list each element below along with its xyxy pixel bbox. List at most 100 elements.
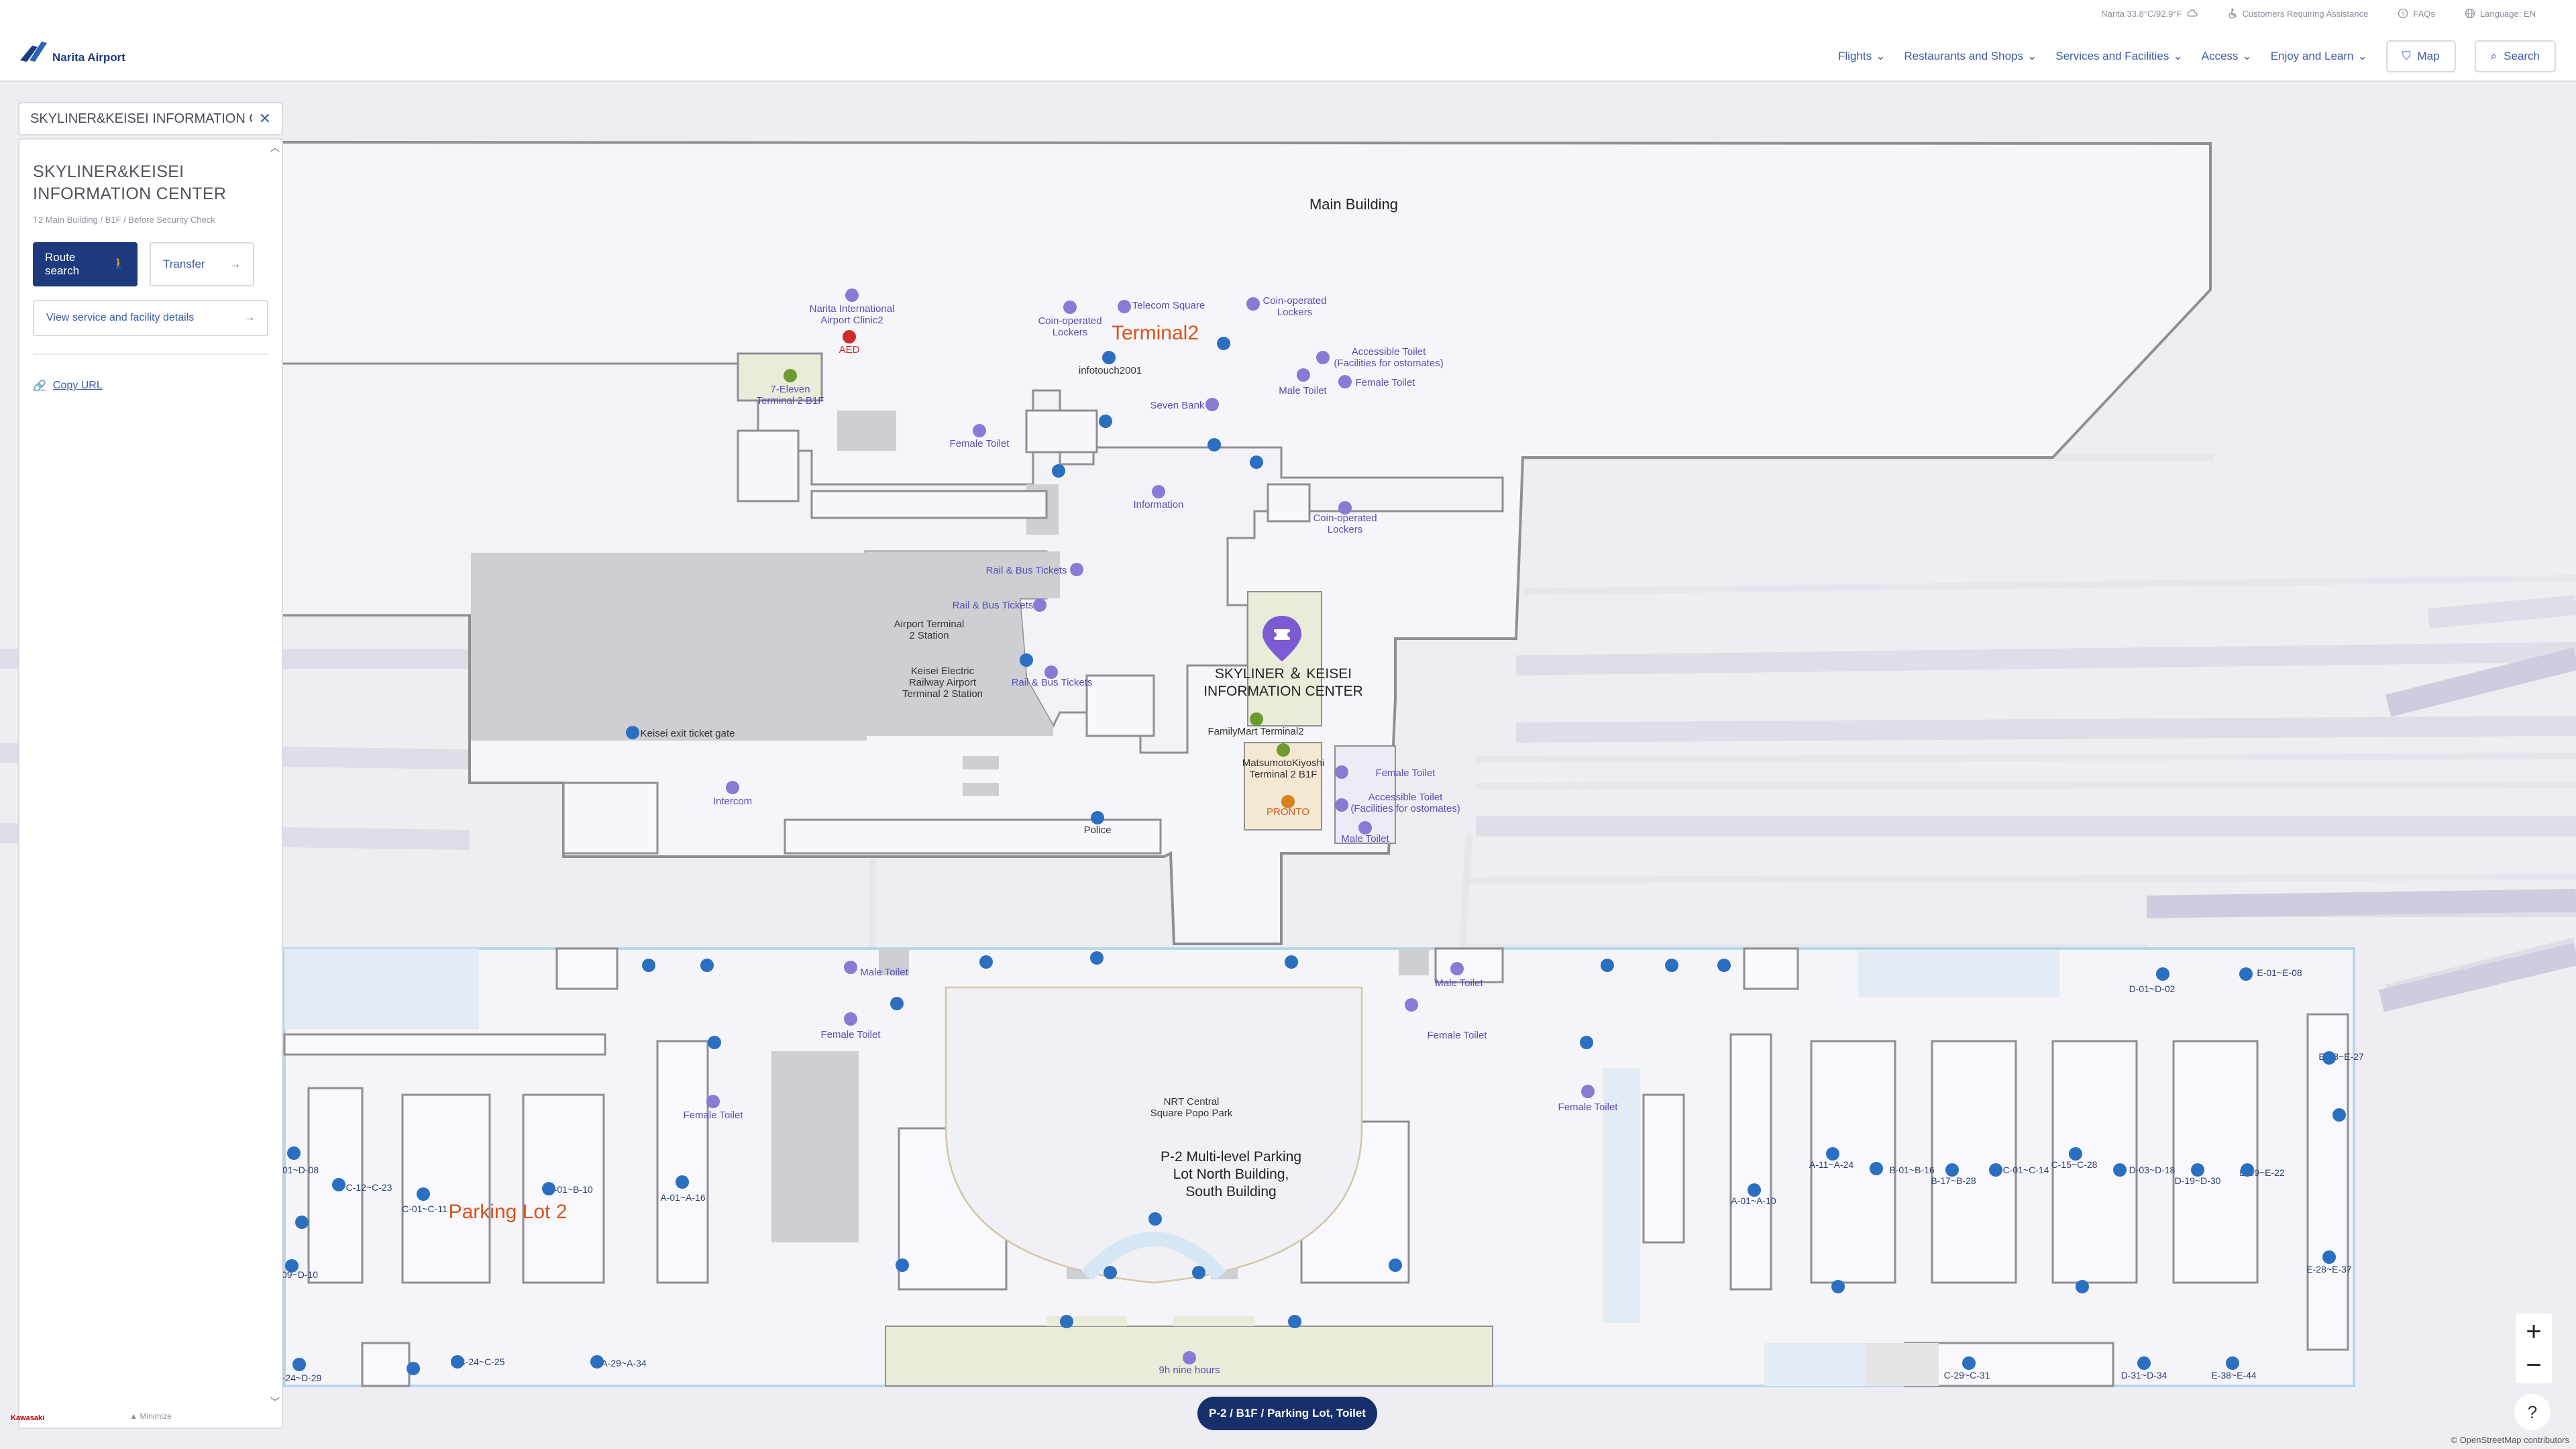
floor-map[interactable]: Main Building Terminal2 Parking Lot 2 SK… (0, 82, 2576, 1449)
language-selector[interactable]: Language: EN (2465, 8, 2536, 19)
panel-divider (33, 354, 268, 355)
scroll-down-icon[interactable]: ﹀ (270, 1395, 280, 1409)
faqs-link[interactable]: ? FAQs (2398, 8, 2435, 19)
nav-restaurants[interactable]: Restaurants and Shops ⌄ (1904, 50, 2037, 63)
parking-label[interactable]: 01~D-08 (282, 1165, 319, 1176)
floor-selector-button[interactable]: P-2 / B1F / Parking Lot, Toilet (1197, 1397, 1377, 1430)
scroll-up-icon[interactable]: ︿ (270, 141, 280, 154)
minimize-label: Minimize (140, 1411, 172, 1421)
zoom-in-button[interactable]: + (2516, 1313, 2552, 1350)
female-toilet-d-label[interactable]: Female Toilet (821, 1029, 881, 1040)
coin-lockers-a-label[interactable]: Coin-operated Lockers (1038, 315, 1102, 338)
parking-label[interactable]: C-12~C-23 (346, 1182, 392, 1193)
clinic-label[interactable]: Narita International Airport Clinic2 (810, 303, 895, 326)
rail-bus-tickets-3-label[interactable]: Rail & Bus Tickets (1012, 677, 1093, 688)
aed-label[interactable]: AED (839, 344, 860, 356)
seven-eleven-label[interactable]: 7-Eleven Terminal 2 B1F (757, 384, 824, 407)
parking-label[interactable]: -24~D-29 (282, 1373, 322, 1384)
parking-label[interactable]: A-01~A-10 (1731, 1195, 1776, 1207)
airport-station-label[interactable]: Airport Terminal 2 Station (894, 619, 965, 641)
male-toilet-d-label[interactable]: Male Toilet (1435, 977, 1483, 989)
nav-label: Flights (1838, 50, 1872, 62)
copy-url-link[interactable]: 🔗 Copy URL (33, 379, 268, 392)
map-button[interactable]: ⛉ Map (2385, 40, 2456, 72)
close-icon[interactable]: ✕ (259, 110, 271, 127)
police-label[interactable]: Police (1084, 824, 1112, 836)
walking-icon: 🚶 (112, 258, 125, 270)
female-toilet-e-label[interactable]: Female Toilet (1428, 1030, 1487, 1041)
intercom-label[interactable]: Intercom (713, 796, 752, 807)
female-toilet-c-label[interactable]: Female Toilet (1376, 767, 1436, 779)
parking-label[interactable]: E-23~E-27 (2318, 1051, 2363, 1063)
parking-label[interactable]: B-01~B-16 (1889, 1165, 1934, 1176)
telecom-label[interactable]: Telecom Square (1132, 300, 1205, 311)
view-details-button[interactable]: View service and facility details → (33, 300, 268, 336)
female-toilet-f-label[interactable]: Female Toilet (684, 1110, 743, 1121)
accessible-toilet-a-label[interactable]: Accessible Toilet (Facilities for ostomat… (1334, 346, 1443, 369)
parking-label[interactable]: E-09~E-22 (2239, 1167, 2284, 1179)
accessible-toilet-b-label[interactable]: Accessible Toilet (Facilities for ostomat… (1350, 792, 1460, 814)
route-search-label: Route search (45, 251, 79, 278)
parking-label[interactable]: A-01~A-16 (660, 1192, 705, 1203)
matsumoto-label[interactable]: MatsumotoKiyoshi Terminal 2 B1F (1242, 757, 1325, 780)
female-toilet-b-label[interactable]: Female Toilet (950, 438, 1010, 449)
search-button[interactable]: ⌕ Search (2474, 40, 2556, 72)
route-search-button[interactable]: Route search 🚶 (33, 242, 138, 286)
rail-bus-tickets-2-label[interactable]: Rail & Bus Tickets (953, 600, 1034, 611)
help-button[interactable]: ? (2514, 1394, 2551, 1430)
rail-bus-tickets-1-label[interactable]: Rail & Bus Tickets (986, 565, 1067, 576)
male-toilet-b-label[interactable]: Male Toilet (1341, 833, 1389, 845)
assistance-link[interactable]: Customers Requiring Assistance (2227, 8, 2368, 19)
matsumoto-line2: Terminal 2 B1F (1249, 769, 1318, 780)
selected-location-label: SKYLINER ＆ KEISEI INFORMATION CENTER (1203, 665, 1363, 700)
parking-label[interactable]: B-01~B-10 (547, 1184, 592, 1195)
transfer-button[interactable]: Transfer → (150, 242, 254, 286)
lockers-b-line2: Lockers (1277, 307, 1313, 318)
parking-label[interactable]: C-01~C-14 (2003, 1165, 2049, 1176)
nav-services[interactable]: Services and Facilities ⌄ (2055, 50, 2182, 63)
panel-header-title: SKYLINER&KEISEI INFORMATION CENT (30, 111, 252, 126)
parking-label[interactable]: 09~D-10 (282, 1269, 318, 1281)
zoom-out-button[interactable]: − (2516, 1347, 2552, 1383)
parking-label[interactable]: E-38~E-44 (2211, 1370, 2256, 1381)
selected-location-marker[interactable] (1261, 614, 1303, 663)
male-toilet-a-label[interactable]: Male Toilet (1279, 385, 1326, 396)
narita-logo[interactable]: Narita Airport (17, 38, 125, 64)
parking-label[interactable]: A-11~A-24 (1809, 1159, 1854, 1171)
nine-hours-label[interactable]: 9h nine hours (1159, 1364, 1220, 1376)
parking-label[interactable]: C-15~C-28 (2051, 1159, 2098, 1171)
infotouch-label[interactable]: infotouch2001 (1079, 365, 1142, 376)
pronto-label[interactable]: PRONTO (1267, 806, 1309, 818)
female-toilet-a-label[interactable]: Female Toilet (1356, 377, 1415, 388)
familymart-label[interactable]: FamilyMart Terminal2 (1208, 726, 1303, 737)
parking-label[interactable]: D-19~D-30 (2175, 1175, 2221, 1187)
action-buttons: Route search 🚶 Transfer → (33, 242, 268, 286)
female-toilet-g-label[interactable]: Female Toilet (1558, 1102, 1618, 1113)
keisei-exit-label[interactable]: Keisei exit ticket gate (641, 728, 735, 739)
parking-label[interactable]: B-17~B-28 (1931, 1175, 1976, 1187)
parking-label[interactable]: D-01~D-02 (2129, 983, 2176, 995)
parking-label[interactable]: D-03~D-18 (2129, 1165, 2176, 1176)
parking-label[interactable]: E-01~E-08 (2257, 967, 2302, 979)
parking-label[interactable]: D-31~D-34 (2121, 1370, 2167, 1381)
coin-lockers-c-label[interactable]: Coin-operated Lockers (1313, 513, 1377, 535)
nav-flights[interactable]: Flights ⌄ (1838, 50, 1885, 63)
copy-url-label: Copy URL (52, 380, 103, 391)
parking-label[interactable]: C-29~C-31 (1944, 1370, 1990, 1381)
parking-label[interactable]: C-24~C-25 (459, 1356, 505, 1368)
male-toilet-c-label[interactable]: Male Toilet (860, 967, 908, 978)
keisei-station-label[interactable]: Keisei Electric Railway Airport Terminal 2… (902, 665, 983, 700)
parking-label[interactable]: C-01~C-11 (402, 1203, 447, 1215)
information-label[interactable]: Information (1133, 499, 1183, 511)
panel-scrollbar[interactable]: ︿ ﹀ (270, 140, 280, 1428)
seven-bank-label[interactable]: Seven Bank (1150, 400, 1205, 411)
parking-label[interactable]: E-28~E-37 (2306, 1264, 2351, 1275)
nav-access[interactable]: Access ⌄ (2202, 50, 2252, 63)
coin-lockers-b-label[interactable]: Coin-operated Lockers (1263, 295, 1326, 318)
chevron-down-icon: ⌄ (2027, 50, 2037, 62)
minimize-button[interactable]: ▲ Minimize (19, 1411, 282, 1421)
clinic-line1: Narita International (809, 303, 895, 315)
parking-label[interactable]: A-29~A-34 (601, 1358, 646, 1369)
nav-enjoy[interactable]: Enjoy and Learn ⌄ (2271, 50, 2367, 63)
popo-park-label[interactable]: NRT Central Square Popo Park (1150, 1096, 1233, 1119)
